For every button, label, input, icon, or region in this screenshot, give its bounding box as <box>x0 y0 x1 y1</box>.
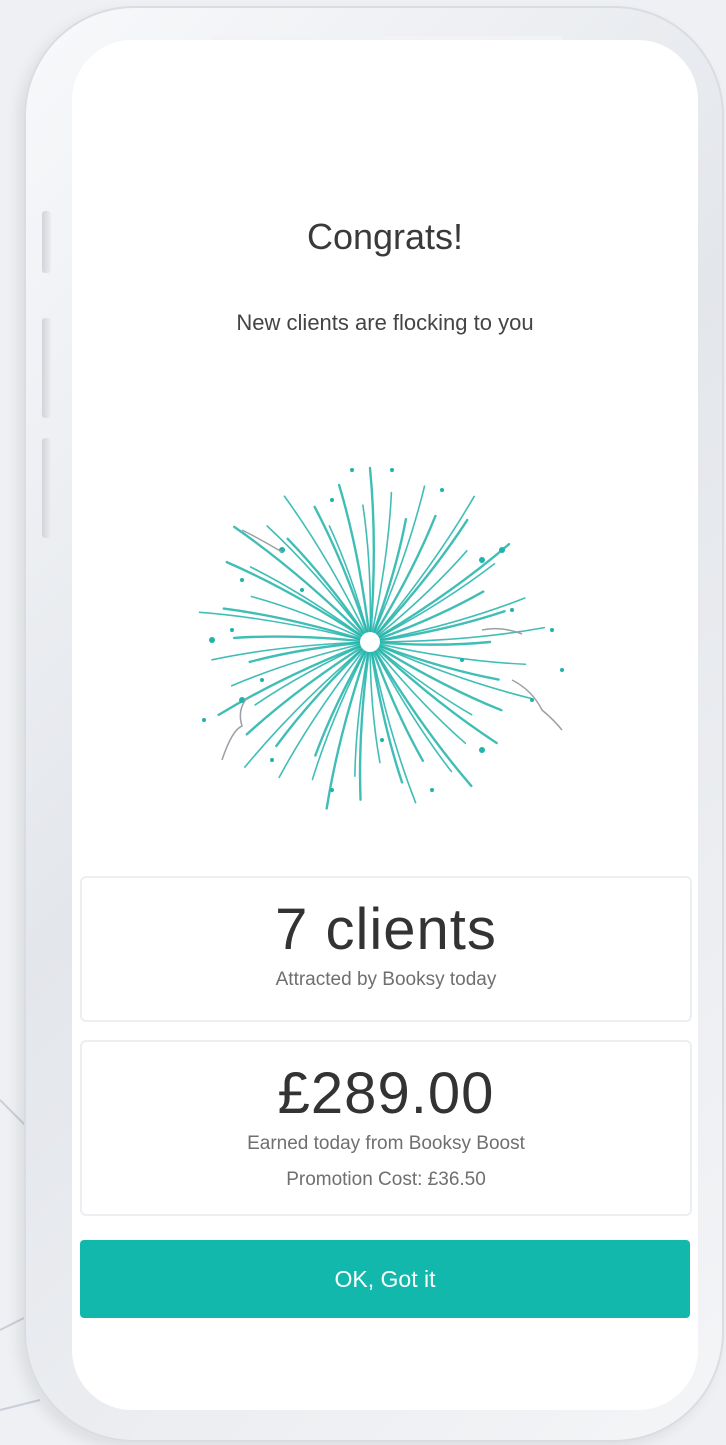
firework-center <box>360 632 380 652</box>
firework-ray <box>368 590 485 644</box>
mute-switch <box>42 211 51 273</box>
firework-sparkle <box>230 628 234 632</box>
firework-sparkle <box>300 588 304 592</box>
congrats-screen: Congrats! New clients are flocking to yo… <box>72 40 698 1410</box>
firework-sparkle <box>350 468 354 472</box>
firework-ray <box>369 626 546 643</box>
firework-streamer <box>511 679 563 731</box>
firework-sparkle <box>560 668 564 672</box>
firework-ray <box>368 640 425 762</box>
earnings-caption: Earned today from Booksy Boost <box>247 1133 525 1154</box>
firework-sparkle <box>209 637 215 643</box>
firework-streamer <box>481 627 523 635</box>
firework-sparkle <box>202 718 206 722</box>
promotion-cost: Promotion Cost: £36.50 <box>286 1169 486 1190</box>
volume-up-button <box>42 318 51 418</box>
firework-sparkle <box>390 468 394 472</box>
firework-sparkle <box>260 678 264 682</box>
firework-sparkle <box>550 628 554 632</box>
firework-ray <box>283 495 371 643</box>
volume-down-button <box>42 438 51 538</box>
firework-sparkle <box>479 557 485 563</box>
clients-card: 7 clients Attracted by Booksy today <box>80 876 692 1022</box>
firework-sparkle <box>430 788 434 792</box>
earnings-card: £289.00 Earned today from Booksy Boost P… <box>80 1040 692 1216</box>
clients-caption: Attracted by Booksy today <box>275 969 497 990</box>
clients-count: 7 clients <box>275 897 497 962</box>
page-subtitle: New clients are flocking to you <box>236 310 534 335</box>
firework-sparkle <box>270 758 274 762</box>
firework-sparkle <box>380 738 384 742</box>
firework-sparkle <box>460 658 464 662</box>
page-title: Congrats! <box>306 216 464 257</box>
firework-sparkle <box>479 747 485 753</box>
fireworks-icon <box>198 466 564 810</box>
firework-sparkle <box>440 488 444 492</box>
firework-ray <box>275 640 372 748</box>
firework-sparkle <box>240 578 244 582</box>
firework-sparkle <box>330 498 334 502</box>
firework-sparkle <box>530 698 534 702</box>
firework-sparkle <box>510 608 514 612</box>
firework-sparkle <box>499 547 505 553</box>
firework-streamer <box>221 697 248 761</box>
firework-sparkle <box>330 788 334 792</box>
ok-got-it-button[interactable]: OK, Got it <box>80 1240 690 1318</box>
earnings-amount: £289.00 <box>277 1061 495 1126</box>
firework-ray <box>369 641 381 764</box>
